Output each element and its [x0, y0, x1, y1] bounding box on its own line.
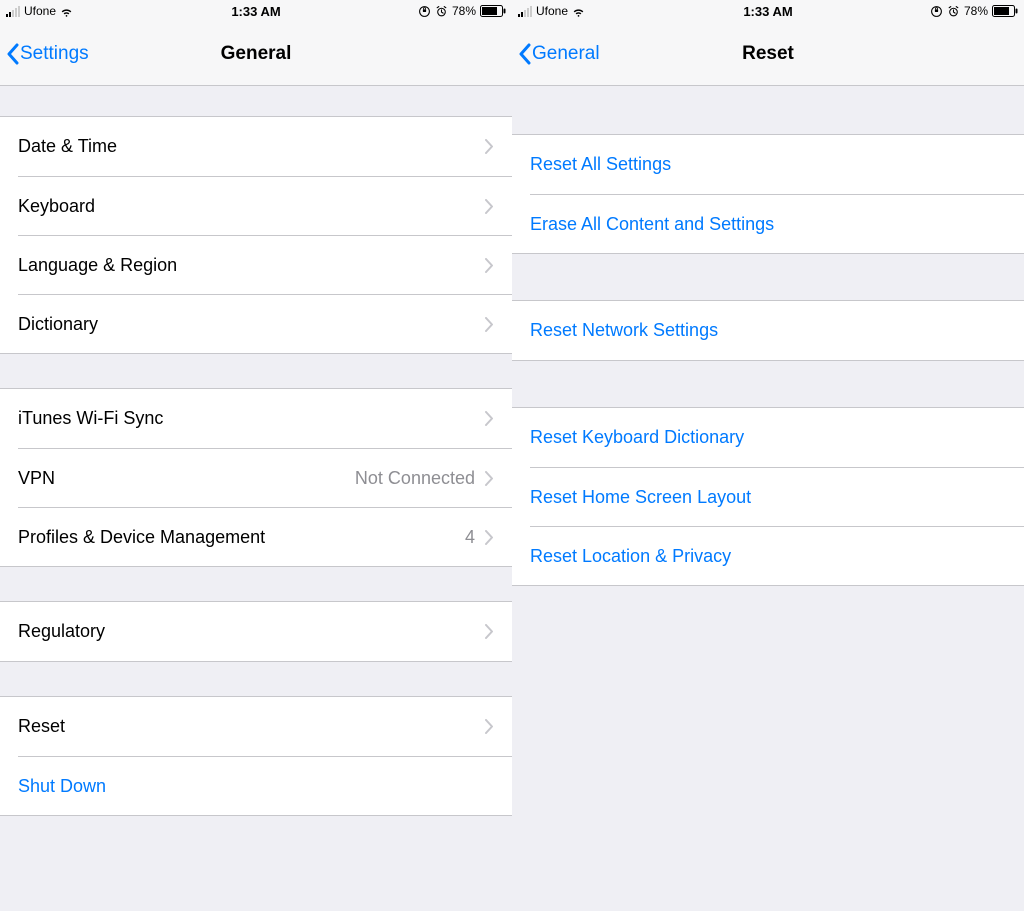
- row-label: Reset: [18, 716, 65, 737]
- chevron-right-icon: [485, 530, 494, 545]
- clock-label: 1:33 AM: [231, 4, 280, 19]
- alarm-icon: [435, 5, 448, 18]
- settings-row[interactable]: Reset All Settings: [512, 135, 1024, 194]
- orientation-lock-icon: [930, 5, 943, 18]
- row-label: Profiles & Device Management: [18, 527, 265, 548]
- settings-list[interactable]: Reset All Settings Erase All Content and …: [512, 86, 1024, 911]
- settings-row[interactable]: Reset: [0, 697, 512, 756]
- back-label: Settings: [20, 43, 89, 65]
- battery-percent-label: 78%: [964, 4, 988, 18]
- page-title: General: [221, 43, 292, 65]
- screen-reset: Ufone 1:33 AM 78%: [512, 0, 1024, 911]
- settings-list[interactable]: Date & Time Keyboard Language & Region Dict…: [0, 86, 512, 911]
- wifi-icon: [60, 5, 73, 18]
- carrier-label: Ufone: [24, 4, 56, 18]
- row-label: Dictionary: [18, 314, 98, 335]
- chevron-right-icon: [485, 139, 494, 154]
- row-detail: Not Connected: [355, 468, 475, 489]
- settings-group: Reset Shut Down: [0, 696, 512, 816]
- carrier-label: Ufone: [536, 4, 568, 18]
- settings-row[interactable]: Reset Network Settings: [512, 301, 1024, 360]
- settings-row[interactable]: Shut Down: [18, 756, 512, 815]
- settings-row[interactable]: Keyboard: [18, 176, 512, 235]
- settings-row[interactable]: Dictionary: [18, 294, 512, 353]
- settings-row[interactable]: Reset Location & Privacy: [530, 526, 1024, 585]
- navigation-bar: Settings General: [0, 22, 512, 86]
- row-label: Keyboard: [18, 196, 95, 217]
- row-label: VPN: [18, 468, 55, 489]
- battery-icon: [480, 5, 506, 17]
- cell-signal-icon: [518, 6, 532, 17]
- battery-percent-label: 78%: [452, 4, 476, 18]
- row-label: Shut Down: [18, 776, 106, 797]
- settings-row[interactable]: Profiles & Device Management 4: [18, 507, 512, 566]
- alarm-icon: [947, 5, 960, 18]
- row-label: Reset All Settings: [530, 154, 671, 175]
- chevron-right-icon: [485, 719, 494, 734]
- chevron-left-icon: [6, 43, 20, 65]
- status-bar: Ufone 1:33 AM 78%: [512, 0, 1024, 22]
- chevron-right-icon: [485, 199, 494, 214]
- settings-group: iTunes Wi-Fi Sync VPN Not Connected Profile…: [0, 388, 512, 567]
- row-label: Erase All Content and Settings: [530, 214, 774, 235]
- status-bar: Ufone 1:33 AM 78%: [0, 0, 512, 22]
- back-label: General: [532, 43, 600, 65]
- settings-row[interactable]: Reset Keyboard Dictionary: [512, 408, 1024, 467]
- chevron-right-icon: [485, 624, 494, 639]
- row-label: Reset Home Screen Layout: [530, 487, 751, 508]
- settings-group: Date & Time Keyboard Language & Region Dict…: [0, 116, 512, 354]
- back-button[interactable]: General: [512, 43, 600, 65]
- navigation-bar: General Reset: [512, 22, 1024, 86]
- battery-icon: [992, 5, 1018, 17]
- page-title: Reset: [742, 43, 794, 65]
- clock-label: 1:33 AM: [743, 4, 792, 19]
- settings-group: Regulatory: [0, 601, 512, 662]
- row-label: iTunes Wi-Fi Sync: [18, 408, 163, 429]
- row-label: Reset Keyboard Dictionary: [530, 427, 744, 448]
- settings-row[interactable]: iTunes Wi-Fi Sync: [0, 389, 512, 448]
- chevron-right-icon: [485, 317, 494, 332]
- row-label: Language & Region: [18, 255, 177, 276]
- cell-signal-icon: [6, 6, 20, 17]
- settings-row[interactable]: Reset Home Screen Layout: [530, 467, 1024, 526]
- settings-group: Reset Keyboard Dictionary Reset Home Scre…: [512, 407, 1024, 586]
- wifi-icon: [572, 5, 585, 18]
- settings-group: Reset Network Settings: [512, 300, 1024, 361]
- settings-row[interactable]: Language & Region: [18, 235, 512, 294]
- chevron-right-icon: [485, 471, 494, 486]
- row-label: Reset Network Settings: [530, 320, 718, 341]
- row-label: Regulatory: [18, 621, 105, 642]
- orientation-lock-icon: [418, 5, 431, 18]
- back-button[interactable]: Settings: [0, 43, 89, 65]
- settings-row[interactable]: VPN Not Connected: [18, 448, 512, 507]
- settings-group: Reset All Settings Erase All Content and …: [512, 134, 1024, 254]
- chevron-right-icon: [485, 258, 494, 273]
- screen-general: Ufone 1:33 AM 78%: [0, 0, 512, 911]
- settings-row[interactable]: Date & Time: [0, 117, 512, 176]
- row-label: Reset Location & Privacy: [530, 546, 731, 567]
- settings-row[interactable]: Erase All Content and Settings: [530, 194, 1024, 253]
- chevron-left-icon: [518, 43, 532, 65]
- settings-row[interactable]: Regulatory: [0, 602, 512, 661]
- row-detail: 4: [465, 527, 475, 548]
- chevron-right-icon: [485, 411, 494, 426]
- row-label: Date & Time: [18, 136, 117, 157]
